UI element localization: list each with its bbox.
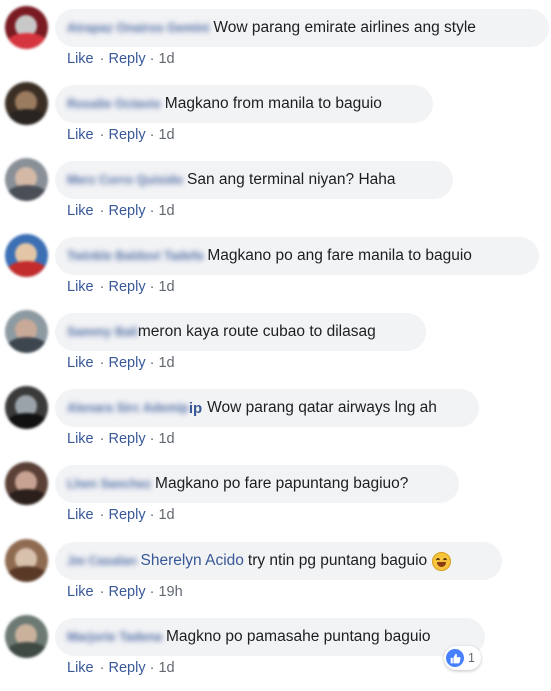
comment: Jm Casalan Sherelyn Acido try ntin pg pu… <box>0 533 551 609</box>
comment-actions: Like · Reply · 1d <box>67 51 175 67</box>
comment-actions: Like · Reply · 1d <box>67 279 175 295</box>
comment-actions: Like · Reply · 1d <box>67 355 175 371</box>
thumbs-up-icon <box>446 649 464 667</box>
comment-text: San ang terminal niyan? Haha <box>186 171 396 188</box>
comment: Alenara Sirc Ademip ip Wow parang qatar … <box>0 380 551 456</box>
comment-timestamp[interactable]: 1d <box>158 203 174 219</box>
comment-bubble: Alenara Sirc Ademip ip Wow parang qatar … <box>55 389 479 427</box>
separator: · <box>99 51 109 67</box>
like-link[interactable]: Like <box>67 355 94 371</box>
comment-author[interactable]: Jm Casalan <box>67 554 136 568</box>
comment-bubble: Sammy Bali meron kaya route cubao to dil… <box>55 313 426 351</box>
comment-author[interactable]: Sammy Bali <box>67 325 138 339</box>
comment-author[interactable]: Rosalie Octavio <box>67 97 161 111</box>
avatar[interactable] <box>5 539 48 582</box>
comment-text: Wow parang qatar airways lng ah <box>207 399 437 416</box>
separator: · <box>99 203 109 219</box>
tagged-user-link[interactable]: Sherelyn Acido <box>140 552 243 570</box>
comment-timestamp[interactable]: 1d <box>158 660 174 676</box>
comment-author[interactable]: Merz Corro Quisido <box>67 173 183 187</box>
like-link[interactable]: Like <box>67 279 94 295</box>
separator: · <box>99 584 109 600</box>
grinning-face-icon <box>432 551 452 571</box>
reaction-count: 1 <box>468 651 475 665</box>
avatar[interactable] <box>5 234 48 277</box>
comment-timestamp[interactable]: 1d <box>158 507 174 523</box>
comment-actions: Like · Reply · 1d <box>67 127 175 143</box>
comment-text: Wow parang emirate airlines ang style <box>213 19 476 36</box>
reply-link[interactable]: Reply <box>109 660 146 676</box>
reply-link[interactable]: Reply <box>109 127 146 143</box>
reaction-count-badge[interactable]: 1 <box>444 646 481 670</box>
separator: · <box>99 660 109 676</box>
comment: Lhen Sanchez Magkano po fare papuntang b… <box>0 456 551 532</box>
comment: Sammy Bali meron kaya route cubao to dil… <box>0 304 551 380</box>
comment-actions: Like · Reply · 1d <box>67 431 175 447</box>
comment-text: Magkano po fare papuntang bagiuo? <box>155 475 409 492</box>
separator: · <box>99 355 109 371</box>
comment-text: Magkno po pamasahe puntang baguio <box>165 628 431 645</box>
comment-author[interactable]: Alenara Sirc Ademip <box>67 401 189 415</box>
comment-author-tail[interactable]: ip <box>189 400 202 417</box>
like-link[interactable]: Like <box>67 51 94 67</box>
comment-author[interactable]: Twinkle Baldovi Tadefa <box>67 249 203 263</box>
separator: · <box>99 431 109 447</box>
separator: · <box>99 127 109 143</box>
separator: · <box>99 279 109 295</box>
comment-author[interactable]: Atrapaz Onairos Gemini <box>67 21 209 35</box>
comment-text: meron kaya route cubao to dilasag <box>137 323 376 340</box>
separator: · <box>99 507 109 523</box>
comment-timestamp[interactable]: 1d <box>158 279 174 295</box>
avatar[interactable] <box>5 615 48 658</box>
comment-bubble: Twinkle Baldovi Tadefa Magkano po ang fa… <box>55 237 539 275</box>
like-link[interactable]: Like <box>67 431 94 447</box>
like-link[interactable]: Like <box>67 584 94 600</box>
reply-link[interactable]: Reply <box>109 51 146 67</box>
reply-link[interactable]: Reply <box>109 507 146 523</box>
comment-timestamp[interactable]: 1d <box>158 127 174 143</box>
comment-timestamp[interactable]: 1d <box>158 431 174 447</box>
comment-actions: Like · Reply · 1d <box>67 203 175 219</box>
avatar[interactable] <box>5 82 48 125</box>
avatar[interactable] <box>5 6 48 49</box>
comment-bubble: Atrapaz Onairos Gemini Wow parang emirat… <box>55 9 549 47</box>
comment-text: Magkano from manila to baguio <box>164 95 382 112</box>
reply-link[interactable]: Reply <box>109 584 146 600</box>
comment-bubble: Merz Corro Quisido San ang terminal niya… <box>55 161 453 199</box>
comment: Rosalie Octavio Magkano from manila to b… <box>0 76 551 152</box>
comment-actions: Like · Reply · 19h <box>67 584 183 600</box>
comment-timestamp[interactable]: 1d <box>158 355 174 371</box>
like-link[interactable]: Like <box>67 507 94 523</box>
comment-timestamp[interactable]: 19h <box>158 584 182 600</box>
avatar[interactable] <box>5 462 48 505</box>
comment-actions: Like · Reply · 1d <box>67 507 175 523</box>
comment: Merz Corro Quisido San ang terminal niya… <box>0 152 551 228</box>
avatar[interactable] <box>5 310 48 353</box>
comment-timestamp[interactable]: 1d <box>158 51 174 67</box>
reply-link[interactable]: Reply <box>109 355 146 371</box>
like-link[interactable]: Like <box>67 127 94 143</box>
comment-bubble: Jm Casalan Sherelyn Acido try ntin pg pu… <box>55 542 502 580</box>
like-link[interactable]: Like <box>67 203 94 219</box>
like-link[interactable]: Like <box>67 660 94 676</box>
comment-bubble: Rosalie Octavio Magkano from manila to b… <box>55 85 433 123</box>
comment-bubble: Marjorie Tadena Magkno po pamasahe punta… <box>55 618 485 656</box>
comment: Atrapaz Onairos Gemini Wow parang emirat… <box>0 0 551 76</box>
avatar[interactable] <box>5 158 48 201</box>
comment-text: try ntin pg puntang baguio <box>247 552 428 569</box>
reply-link[interactable]: Reply <box>109 431 146 447</box>
comment-actions: Like · Reply · 1d <box>67 660 175 676</box>
comment-author[interactable]: Lhen Sanchez <box>67 477 151 491</box>
comment-bubble: Lhen Sanchez Magkano po fare papuntang b… <box>55 465 459 503</box>
avatar[interactable] <box>5 386 48 429</box>
reply-link[interactable]: Reply <box>109 279 146 295</box>
comment: Twinkle Baldovi Tadefa Magkano po ang fa… <box>0 228 551 304</box>
comment-text: Magkano po ang fare manila to baguio <box>207 247 472 264</box>
comment-author[interactable]: Marjorie Tadena <box>67 630 162 644</box>
reply-link[interactable]: Reply <box>109 203 146 219</box>
